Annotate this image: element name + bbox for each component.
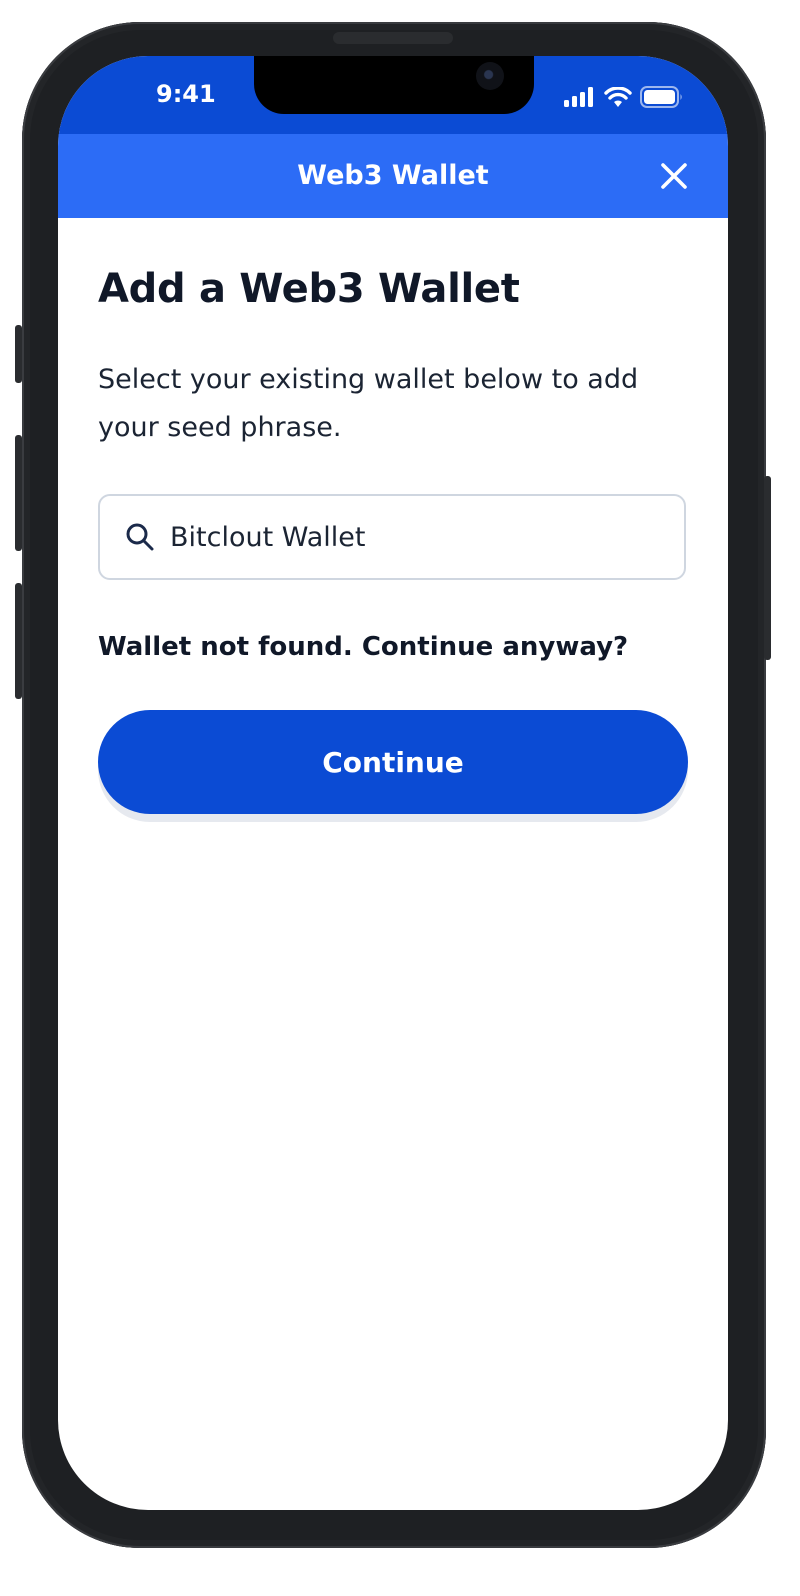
search-icon <box>126 523 154 551</box>
status-bar: 9:41 <box>58 56 728 136</box>
speaker-grille <box>333 32 453 44</box>
power-button <box>764 476 771 660</box>
main-content: Add a Web3 Wallet Select your existing w… <box>98 218 688 814</box>
close-button[interactable] <box>658 160 690 192</box>
page-title: Add a Web3 Wallet <box>98 266 520 312</box>
mute-switch <box>15 325 22 383</box>
continue-button[interactable]: Continue <box>98 710 688 814</box>
phone-screen: 9:41 Web3 Wallet Add a Web3 Wallet Selec… <box>58 56 728 1510</box>
wallet-search-input[interactable] <box>170 521 640 553</box>
battery-icon <box>640 86 682 108</box>
volume-up-button <box>15 435 22 551</box>
notch <box>254 56 534 114</box>
nav-title: Web3 Wallet <box>297 160 489 191</box>
status-icons <box>564 86 684 108</box>
cellular-signal-icon <box>564 87 593 107</box>
page-description: Select your existing wallet below to add… <box>98 364 639 443</box>
front-camera <box>476 62 504 90</box>
wallet-search-box[interactable] <box>98 494 686 580</box>
status-time: 9:41 <box>156 80 216 108</box>
close-icon <box>661 163 687 189</box>
volume-down-button <box>15 583 22 699</box>
wallet-not-found-message: Wallet not found. Continue anyway? <box>98 632 629 662</box>
wifi-icon <box>604 87 632 107</box>
nav-bar: Web3 Wallet <box>58 134 728 218</box>
